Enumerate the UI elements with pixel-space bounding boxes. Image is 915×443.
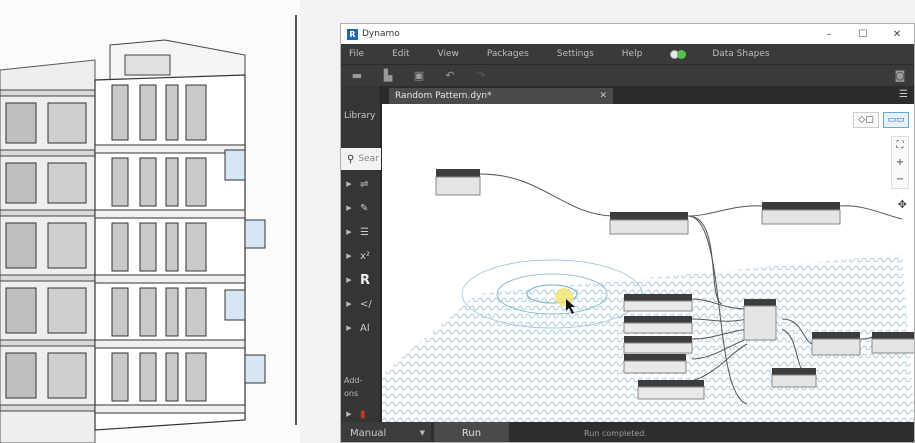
zoom-out-icon[interactable]: − <box>892 171 908 188</box>
execution-bar: Manual ▼ Run Run completed. <box>341 422 914 442</box>
revit-3d-view[interactable] <box>0 0 300 443</box>
search-placeholder: Sear <box>358 154 379 164</box>
zoom-in-icon[interactable]: + <box>892 154 908 171</box>
library-category[interactable]: ▶ </ <box>341 294 381 314</box>
workspace-tab-strip: Random Pattern.dyn* ✕ ☰ <box>382 86 914 104</box>
package-icon: ▮ <box>360 408 366 420</box>
chevron-right-icon: ▶ <box>346 324 352 332</box>
add-ons-label-1: Add- <box>344 376 363 385</box>
menu-bar: File Edit View Packages Settings Help Da… <box>341 44 914 64</box>
category-icon: ⇌ <box>360 178 369 190</box>
building-model <box>0 0 300 443</box>
category-icon: ☰ <box>360 226 369 238</box>
hamburger-icon[interactable]: ☰ <box>899 89 908 100</box>
run-mode-dropdown[interactable]: Manual ▼ <box>341 422 431 442</box>
redo-icon[interactable]: ↷ <box>475 69 487 82</box>
graph-canvas[interactable]: ◇▢ ▭▭ ⛶ + − ✥ <box>382 104 914 422</box>
view-toggle: ◇▢ ▭▭ <box>853 112 909 128</box>
menu-edit[interactable]: Edit <box>392 49 409 59</box>
tab-random-pattern[interactable]: Random Pattern.dyn* ✕ <box>389 88 613 104</box>
dynamo-window: R Dynamo – ☐ ✕ File Edit View Packages S… <box>340 23 915 443</box>
search-icon: ⚲ <box>347 153 355 165</box>
library-title: Library <box>344 111 376 121</box>
library-category[interactable]: ▶ x² <box>341 246 381 266</box>
menu-view[interactable]: View <box>438 49 459 59</box>
run-button[interactable]: Run <box>434 422 509 442</box>
notification-toggle-icon[interactable] <box>670 49 687 59</box>
tab-label: Random Pattern.dyn* <box>395 91 492 101</box>
open-file-icon[interactable]: ▙ <box>382 69 394 82</box>
menu-file[interactable]: File <box>349 49 364 59</box>
graph-drawing <box>382 169 914 422</box>
library-category[interactable]: ▶ R <box>341 270 381 290</box>
zoom-controls: ⛶ + − <box>891 136 909 189</box>
undo-icon[interactable]: ↶ <box>444 69 456 82</box>
category-icon: Al <box>360 322 370 334</box>
menu-settings[interactable]: Settings <box>557 49 594 59</box>
toolbar: ▬ ▙ ▣ ↶ ↷ ◙ <box>341 64 914 86</box>
chevron-right-icon: ▶ <box>346 300 352 308</box>
chevron-right-icon: ▶ <box>346 276 352 284</box>
save-icon[interactable]: ▣ <box>413 69 425 82</box>
title-bar: R Dynamo – ☐ ✕ <box>341 24 914 44</box>
close-button[interactable]: ✕ <box>880 29 914 40</box>
library-panel: Library ⚲ Sear ▶ ⇌ ▶ ✎ ▶ ☰ ▶ x² ▶ R ▶ </ <box>341 86 381 424</box>
menu-packages[interactable]: Packages <box>487 49 529 59</box>
library-category[interactable]: ▶ ✎ <box>341 198 381 218</box>
add-ons-section[interactable]: Add- ons <box>344 374 362 400</box>
new-file-icon[interactable]: ▬ <box>351 69 363 82</box>
library-search-input[interactable]: ⚲ Sear <box>341 148 381 170</box>
category-icon: </ <box>360 298 372 310</box>
maximize-button[interactable]: ☐ <box>846 29 880 40</box>
library-category[interactable]: ▶ ☰ <box>341 222 381 242</box>
chevron-right-icon: ▶ <box>346 252 352 260</box>
library-category[interactable]: ▶ ⇌ <box>341 174 381 194</box>
camera-icon[interactable]: ◙ <box>894 69 906 82</box>
chevron-right-icon: ▶ <box>346 410 352 418</box>
window-title: Dynamo <box>362 29 400 39</box>
revit-logo-icon: R <box>347 28 358 40</box>
menu-help[interactable]: Help <box>622 49 643 59</box>
library-category[interactable]: ▶ ▮ <box>341 404 381 424</box>
pan-icon[interactable]: ✥ <box>898 198 907 211</box>
geometry-view-icon[interactable]: ◇▢ <box>853 112 879 128</box>
minimize-button[interactable]: – <box>812 29 846 40</box>
chevron-right-icon: ▶ <box>346 180 352 188</box>
graph-view-icon[interactable]: ▭▭ <box>883 112 909 128</box>
run-mode-value: Manual <box>350 427 387 439</box>
menu-data-shapes[interactable]: Data Shapes <box>712 49 769 59</box>
chevron-right-icon: ▶ <box>346 228 352 236</box>
category-icon: R <box>360 272 371 288</box>
tab-close-icon[interactable]: ✕ <box>599 91 607 101</box>
add-ons-label-2: ons <box>344 389 359 398</box>
chevron-down-icon: ▼ <box>419 429 425 437</box>
chevron-right-icon: ▶ <box>346 204 352 212</box>
category-icon: ✎ <box>360 202 369 214</box>
library-category[interactable]: ▶ Al <box>341 318 381 338</box>
zoom-fit-icon[interactable]: ⛶ <box>892 137 908 154</box>
category-icon: x² <box>360 250 370 262</box>
run-status: Run completed. <box>584 428 647 438</box>
